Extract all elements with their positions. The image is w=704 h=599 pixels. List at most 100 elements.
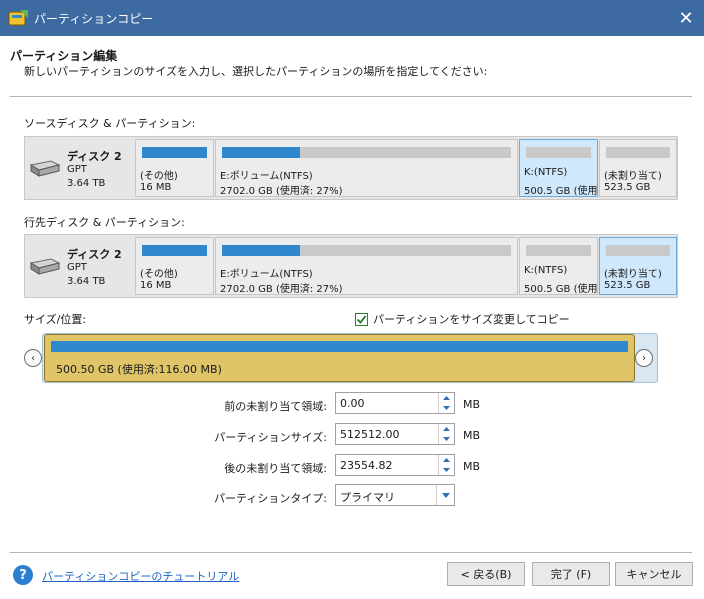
input-value[interactable]: 0.00	[340, 397, 365, 410]
title-bar: パーティションコピー ✕	[0, 0, 704, 36]
usage-bar	[142, 147, 207, 158]
usage-bar	[606, 245, 670, 256]
checkbox-box[interactable]	[355, 312, 368, 326]
usage-bar	[222, 147, 511, 158]
partition-label: (その他)	[140, 269, 178, 280]
partition-size: 523.5 GB	[604, 280, 651, 291]
partition-size-input[interactable]: 512512.00	[335, 423, 455, 445]
checkmark-icon	[356, 314, 367, 324]
disk-size: 3.64 TB	[67, 276, 106, 287]
checkbox-label: パーティションをサイズ変更してコピー	[373, 313, 570, 326]
finish-button[interactable]: 完了 (F)	[532, 562, 610, 586]
target-partition-other[interactable]: (その他) 16 MB	[135, 237, 214, 295]
up-arrow-icon	[443, 427, 450, 431]
partition-size-label: パーティションサイズ:	[214, 431, 327, 444]
partition-size: 500.5 GB (使用	[524, 186, 598, 197]
down-arrow-icon	[443, 406, 450, 410]
up-arrow-icon	[443, 396, 450, 400]
down-arrow-icon	[443, 437, 450, 441]
down-arrow-icon	[443, 468, 450, 472]
partition-size: 16 MB	[140, 280, 172, 291]
spin-up-button[interactable]	[439, 455, 454, 465]
move-left-button[interactable]: ‹	[24, 349, 42, 367]
partition-size: 16 MB	[140, 182, 172, 193]
source-partition-unallocated[interactable]: (未割り当て) 523.5 GB	[599, 139, 677, 197]
input-value[interactable]: 23554.82	[340, 459, 393, 472]
dropdown-arrow-icon	[441, 492, 450, 498]
chevron-down-icon[interactable]	[436, 485, 454, 505]
partition-label: E:ボリューム(NTFS)	[220, 269, 313, 280]
usage-bar	[526, 147, 591, 158]
source-disk-label: ソースディスク & パーティション:	[24, 117, 196, 130]
unit-label: MB	[463, 460, 481, 473]
unallocated-after-label: 後の未割り当て領域:	[224, 462, 327, 475]
dialog-body: パーティション編集 新しいパーティションのサイズを入力し、選択したパーティション…	[0, 36, 704, 599]
spin-down-button[interactable]	[439, 403, 454, 413]
up-arrow-icon	[443, 458, 450, 462]
spin-buttons	[438, 393, 454, 413]
partition-type-label: パーティションタイプ:	[213, 492, 327, 505]
select-value: プライマリ	[340, 491, 395, 504]
size-position-label: サイズ/位置:	[24, 313, 87, 326]
source-disk-info[interactable]: ディスク 2 GPT 3.64 TB	[25, 137, 135, 199]
section-subtitle: 新しいパーティションのサイズを入力し、選択したパーティションの場所を指定してくだ…	[24, 65, 488, 78]
header-divider	[10, 96, 692, 97]
spin-up-button[interactable]	[439, 393, 454, 403]
unallocated-before-input[interactable]: 0.00	[335, 392, 455, 414]
hard-disk-icon	[29, 160, 61, 177]
help-icon[interactable]: ?	[13, 565, 33, 585]
close-button[interactable]: ✕	[668, 0, 704, 36]
window-title: パーティションコピー	[34, 12, 154, 26]
partition-label: K:(NTFS)	[524, 167, 568, 178]
usage-fill	[222, 245, 301, 256]
target-partition-unallocated[interactable]: (未割り当て) 523.5 GB	[599, 237, 677, 295]
spin-buttons	[438, 424, 454, 444]
partition-label: K:(NTFS)	[524, 265, 568, 276]
target-disk-info[interactable]: ディスク 2 GPT 3.64 TB	[25, 235, 135, 297]
partition-size: 2702.0 GB (使用済: 27%)	[220, 186, 343, 197]
target-disk-label: 行先ディスク & パーティション:	[24, 216, 185, 229]
resize-copy-checkbox[interactable]: パーティションをサイズ変更してコピー	[355, 311, 570, 327]
unallocated-before-label: 前の未割り当て領域:	[224, 400, 327, 413]
footer-divider	[10, 552, 692, 553]
spin-buttons	[438, 455, 454, 475]
partition-size: 523.5 GB	[604, 182, 651, 193]
usage-fill	[222, 147, 301, 158]
input-value[interactable]: 512512.00	[340, 428, 400, 441]
usage-bar	[142, 245, 207, 256]
partition-label: (未割り当て)	[604, 269, 662, 280]
unit-label: MB	[463, 429, 481, 442]
back-button[interactable]: < 戻る(B)	[447, 562, 525, 586]
partition-label: (その他)	[140, 171, 178, 182]
spin-down-button[interactable]	[439, 465, 454, 475]
partition-size-readout: 500.50 GB (使用済:116.00 MB)	[56, 363, 222, 376]
move-right-button[interactable]: ›	[635, 349, 653, 367]
partition-size: 500.5 GB (使用	[524, 284, 598, 295]
usage-bar	[606, 147, 670, 158]
source-partition-k[interactable]: K:(NTFS) 500.5 GB (使用	[519, 139, 598, 197]
disk-size: 3.64 TB	[67, 178, 106, 189]
cancel-button[interactable]: キャンセル	[615, 562, 693, 586]
target-disk-row: ディスク 2 GPT 3.64 TB (その他) 16 MB E:ボリューム(N…	[24, 234, 678, 298]
usage-fill	[142, 245, 207, 256]
hard-disk-icon	[29, 258, 61, 275]
disk-name: ディスク 2	[67, 248, 122, 261]
spin-down-button[interactable]	[439, 434, 454, 444]
target-partition-k[interactable]: K:(NTFS) 500.5 GB (使用	[519, 237, 598, 295]
partition-used-bar	[51, 341, 628, 352]
partition-label: (未割り当て)	[604, 171, 662, 182]
partition-label: E:ボリューム(NTFS)	[220, 171, 313, 182]
disk-name: ディスク 2	[67, 150, 122, 163]
partition-position-handle[interactable]: 500.50 GB (使用済:116.00 MB)	[44, 334, 635, 382]
source-partition-e[interactable]: E:ボリューム(NTFS) 2702.0 GB (使用済: 27%)	[215, 139, 518, 197]
section-title: パーティション編集	[10, 49, 118, 63]
unit-label: MB	[463, 398, 481, 411]
target-partition-e[interactable]: E:ボリューム(NTFS) 2702.0 GB (使用済: 27%)	[215, 237, 518, 295]
usage-bar	[222, 245, 511, 256]
source-partition-other[interactable]: (その他) 16 MB	[135, 139, 214, 197]
app-logo-icon	[8, 10, 28, 26]
partition-type-select[interactable]: プライマリ	[335, 484, 455, 506]
spin-up-button[interactable]	[439, 424, 454, 434]
unallocated-after-input[interactable]: 23554.82	[335, 454, 455, 476]
tutorial-link[interactable]: パーティションコピーのチュートリアル	[42, 568, 239, 584]
